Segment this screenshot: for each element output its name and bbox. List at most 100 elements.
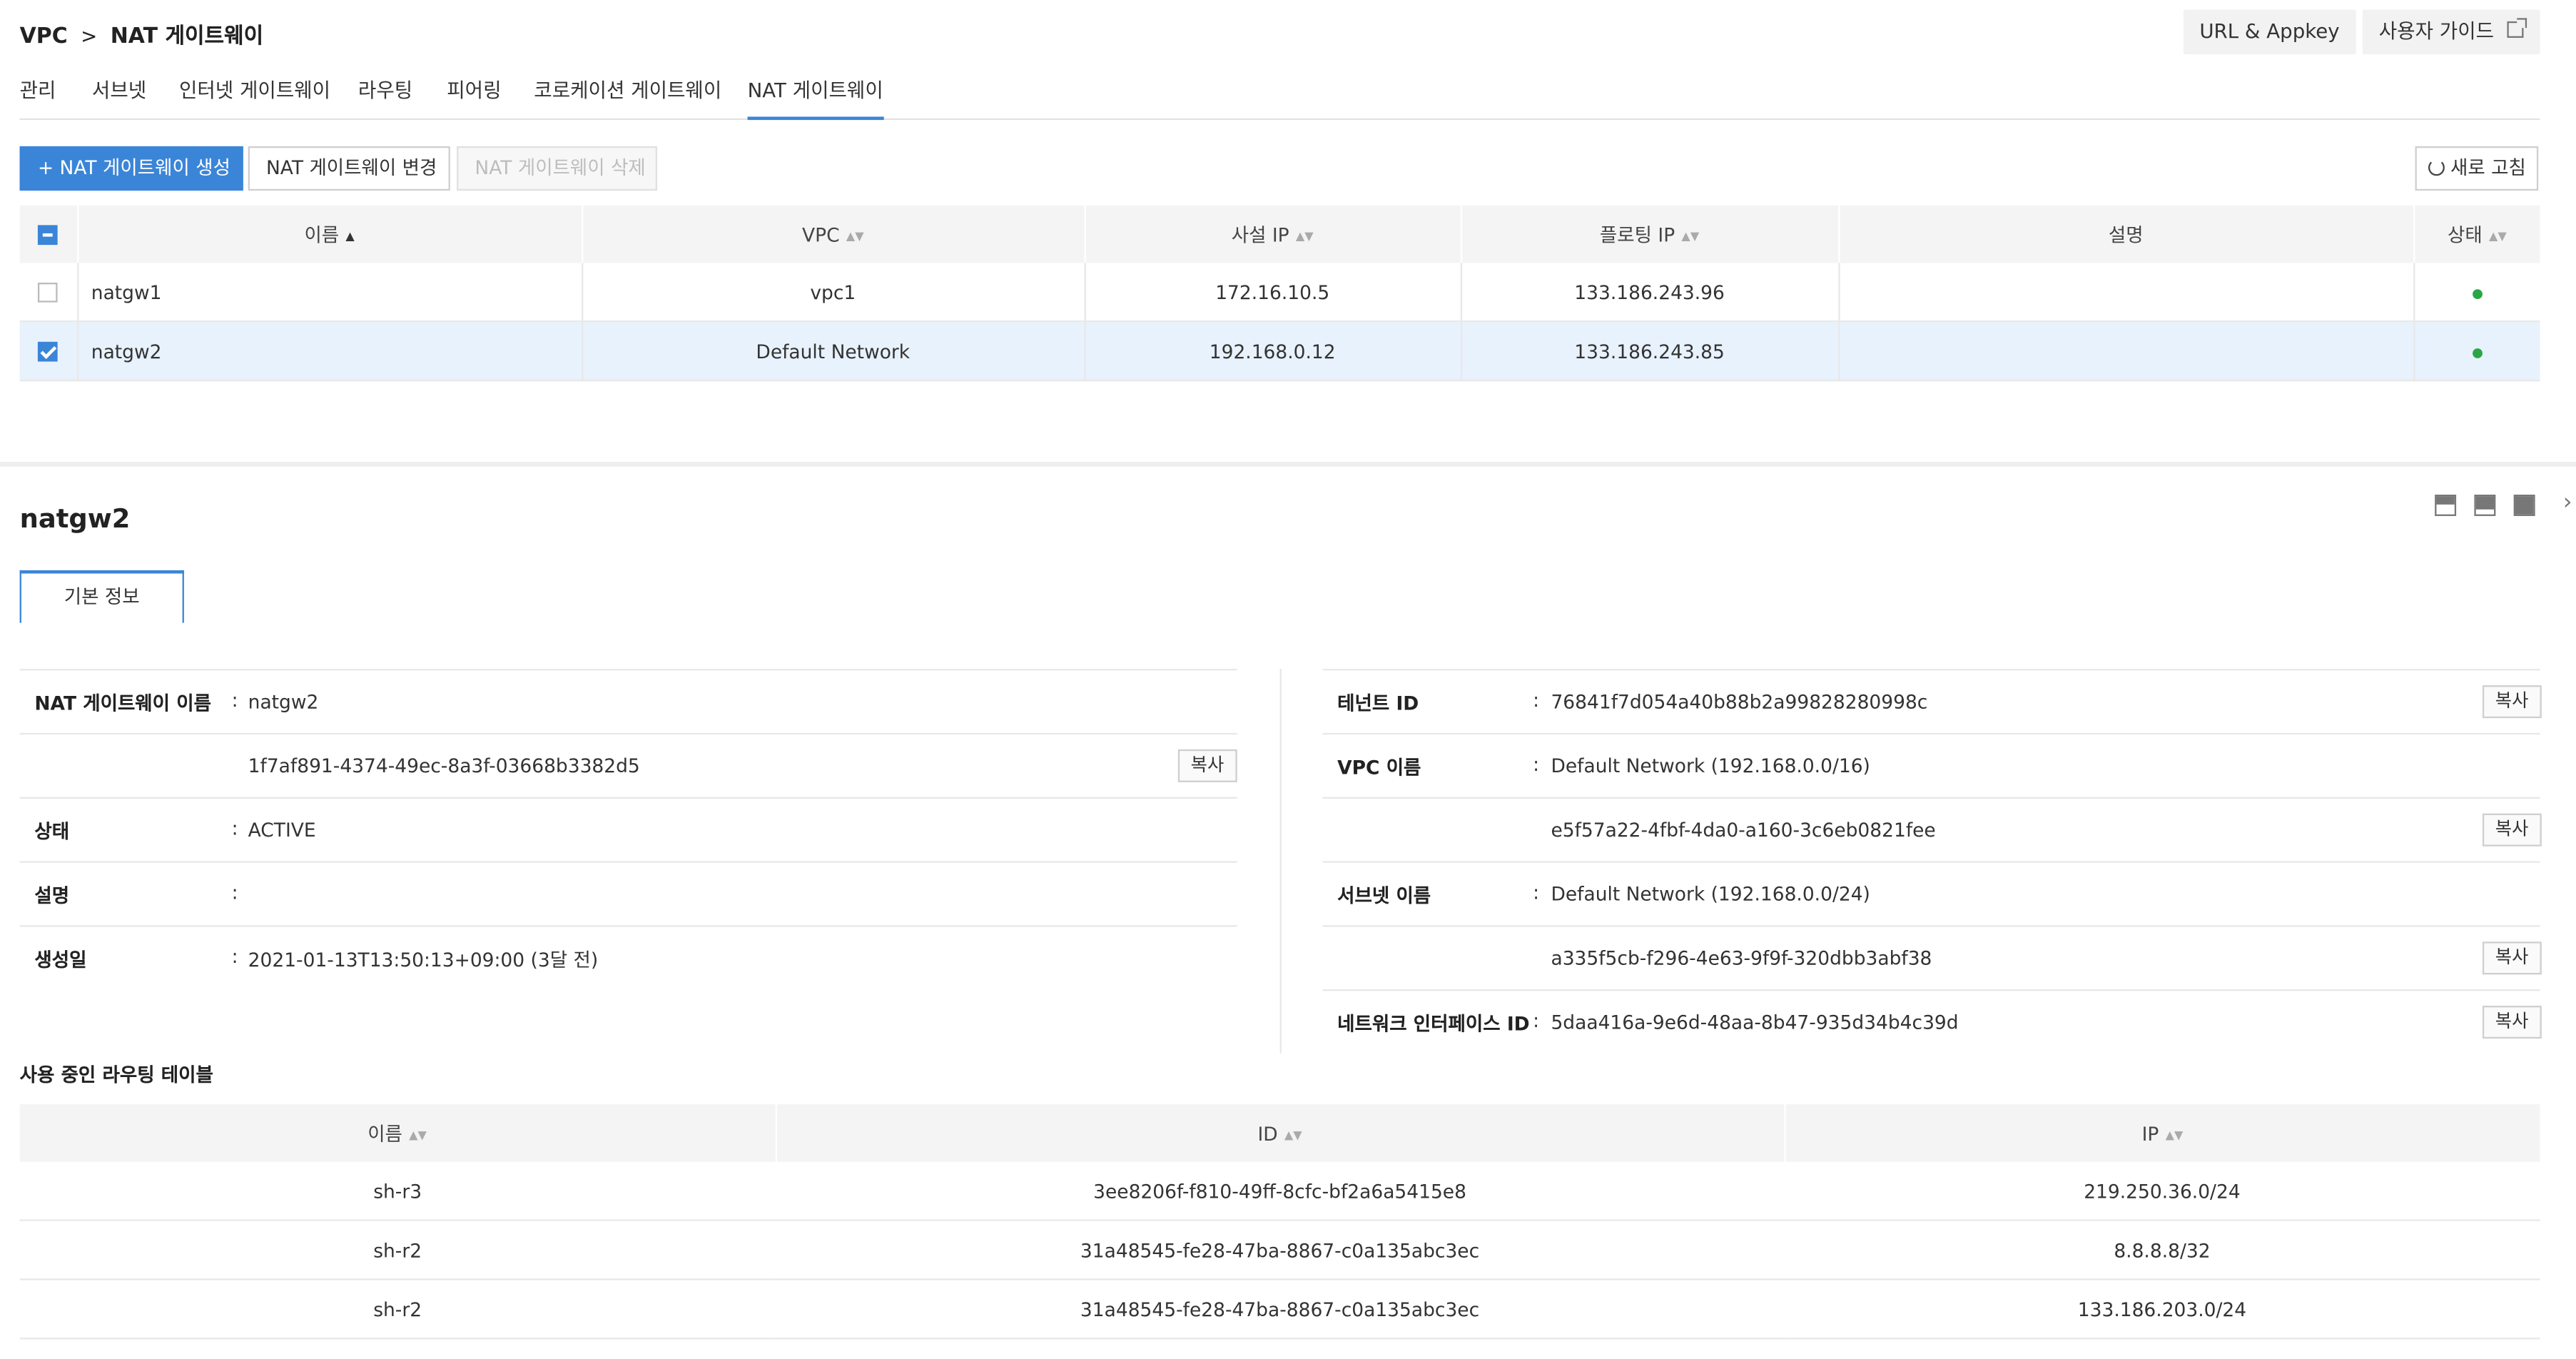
user-guide-button[interactable]: 사용자 가이드 xyxy=(2362,9,2540,54)
tab-internet-gateway[interactable]: 인터넷 게이트웨이 xyxy=(179,76,330,117)
breadcrumb-current: NAT 게이트웨이 xyxy=(110,24,264,50)
sort-icon[interactable]: ▲▼ xyxy=(1296,229,1314,242)
tab-peering[interactable]: 피어링 xyxy=(447,76,501,117)
row-select-cell[interactable] xyxy=(19,263,78,323)
vpc-tabs: 관리 서브넷 인터넷 게이트웨이 라우팅 피어링 코로케이션 게이트웨이 NAT… xyxy=(19,72,2540,121)
cell-status xyxy=(2413,263,2540,323)
info-value: natgw2 xyxy=(248,690,319,714)
info-label: 서브넷 이름 xyxy=(1337,884,1431,907)
copy-vpc-id-button[interactable]: 복사 xyxy=(2482,813,2542,847)
cell-route-ip: 219.250.36.0/24 xyxy=(1784,1161,2540,1221)
table-header-row: 이름 ▲▼ ID ▲▼ IP ▲▼ xyxy=(19,1104,2540,1162)
tab-subnet[interactable]: 서브넷 xyxy=(92,76,146,117)
info-row-tenant: 테넌트 ID : 76841f7d054a40b88b2a99828280998… xyxy=(1322,669,2542,733)
info-row-description: 설명 : xyxy=(19,861,1237,925)
routing-table: 이름 ▲▼ ID ▲▼ IP ▲▼ sh-r3 3ee8206f-f810-49ff-… xyxy=(19,1104,2540,1340)
info-column-divider xyxy=(1279,669,1282,1054)
column-private-ip[interactable]: 사설 IP ▲▼ xyxy=(1084,205,1461,263)
info-label: VPC 이름 xyxy=(1337,756,1421,779)
breadcrumb-vpc[interactable]: VPC xyxy=(20,25,68,50)
sort-icon[interactable]: ▲▼ xyxy=(1284,1128,1302,1141)
info-colon: : xyxy=(231,688,238,712)
edit-nat-gateway-button[interactable]: NAT 게이트웨이 변경 xyxy=(248,146,450,191)
column-name[interactable]: 이름 ▲ xyxy=(77,205,583,263)
layout-middle-icon[interactable] xyxy=(2474,495,2496,516)
sort-asc-icon[interactable]: ▲ xyxy=(345,229,354,242)
cell-route-name: sh-r3 xyxy=(19,1161,776,1221)
sort-icon[interactable]: ▲▼ xyxy=(1681,229,1699,242)
cell-route-ip: 133.186.203.0/24 xyxy=(1784,1279,2540,1340)
column-route-id-label: ID xyxy=(1257,1121,1278,1145)
nat-gateway-table: 이름 ▲ VPC ▲▼ 사설 IP ▲▼ 플로팅 IP ▲▼ 설명 상태 ▲▼ natgw… xyxy=(19,205,2540,382)
tab-manage[interactable]: 관리 xyxy=(20,76,56,117)
table-row[interactable]: natgw2 Default Network 192.168.0.12 133.… xyxy=(19,321,2540,382)
row-select-cell[interactable] xyxy=(19,321,78,382)
table-row: sh-r2 31a48545-fe28-47ba-8867-c0a135abc3… xyxy=(19,1220,2540,1280)
detail-info-right: 테넌트 ID : 76841f7d054a40b88b2a99828280998… xyxy=(1322,669,2542,1054)
info-label: 생성일 xyxy=(34,948,87,971)
breadcrumb: VPC > NAT 게이트웨이 xyxy=(20,18,264,50)
sort-icon[interactable]: ▲▼ xyxy=(2166,1128,2184,1141)
sort-icon[interactable]: ▲▼ xyxy=(409,1128,427,1141)
info-row-vpc-name: VPC 이름 : Default Network (192.168.0.0/16… xyxy=(1322,732,2540,797)
cell-route-name: sh-r2 xyxy=(19,1220,776,1280)
row-checkbox[interactable] xyxy=(38,283,59,303)
sort-icon[interactable]: ▲▼ xyxy=(2489,229,2507,242)
external-link-icon xyxy=(2507,18,2527,38)
copy-tenant-id-button[interactable]: 복사 xyxy=(2482,685,2542,719)
tab-nat-gateway[interactable]: NAT 게이트웨이 xyxy=(747,76,883,121)
column-route-name[interactable]: 이름 ▲▼ xyxy=(19,1104,776,1162)
info-value: a335f5cb-f296-4e63-9f9f-320dbb3abf38 xyxy=(1551,946,1932,970)
info-row-created: 생성일 : 2021-01-13T13:50:13+09:00 (3달 전) xyxy=(19,925,1237,989)
create-nat-gateway-button[interactable]: + NAT 게이트웨이 생성 xyxy=(19,146,243,191)
cell-vpc: Default Network xyxy=(582,321,1085,382)
info-label: 설명 xyxy=(34,884,70,907)
info-colon: : xyxy=(231,944,238,969)
info-row-vpc-id: e5f57a22-4fbf-4da0-a160-3c6eb0821fee 복사 xyxy=(1322,797,2542,862)
column-description: 설명 xyxy=(1838,205,2415,263)
info-value: Default Network (192.168.0.0/16) xyxy=(1551,754,1870,778)
layout-top-icon[interactable] xyxy=(2435,495,2457,516)
cell-route-id: 3ee8206f-f810-49ff-8cfc-bf2a6a5415e8 xyxy=(775,1161,1785,1221)
column-description-label: 설명 xyxy=(2108,222,2144,246)
copy-network-interface-id-button[interactable]: 복사 xyxy=(2482,1006,2542,1039)
sort-icon[interactable]: ▲▼ xyxy=(846,229,864,242)
table-header-row: 이름 ▲ VPC ▲▼ 사설 IP ▲▼ 플로팅 IP ▲▼ 설명 상태 ▲▼ xyxy=(19,205,2540,263)
column-floating-ip[interactable]: 플로팅 IP ▲▼ xyxy=(1460,205,1840,263)
info-row-status: 상태 : ACTIVE xyxy=(19,797,1237,862)
column-route-name-label: 이름 xyxy=(367,1121,402,1145)
layout-bottom-icon[interactable] xyxy=(2513,495,2535,516)
info-value: 2021-01-13T13:50:13+09:00 (3달 전) xyxy=(248,948,599,971)
select-all-checkbox[interactable] xyxy=(38,225,59,246)
info-row-network-interface: 네트워크 인터페이스 ID : 5daa416a-9e6d-48aa-8b47-… xyxy=(1322,989,2542,1054)
close-detail-icon[interactable]: › xyxy=(2563,490,2572,516)
tab-basic-info[interactable]: 기본 정보 xyxy=(19,570,184,623)
column-route-id[interactable]: ID ▲▼ xyxy=(775,1104,1785,1162)
info-row-subnet-name: 서브넷 이름 : Default Network (192.168.0.0/24… xyxy=(1322,861,2540,925)
copy-gateway-id-button[interactable]: 복사 xyxy=(1177,749,1237,782)
info-colon: : xyxy=(1533,1009,1540,1032)
select-all-cell[interactable] xyxy=(19,205,78,263)
tab-colocation-gateway[interactable]: 코로케이션 게이트웨이 xyxy=(534,76,721,117)
info-value: 1f7af891-4374-49ec-8a3f-03668b3382d5 xyxy=(248,754,640,778)
info-colon: : xyxy=(1533,752,1540,776)
url-appkey-button[interactable]: URL & Appkey xyxy=(2183,9,2356,54)
cell-route-name: sh-r2 xyxy=(19,1279,776,1340)
pane-resize-divider[interactable] xyxy=(0,461,2576,467)
info-colon: : xyxy=(231,881,238,904)
info-value: 5daa416a-9e6d-48aa-8b47-935d34b4c39d xyxy=(1551,1010,1959,1034)
row-checkbox[interactable] xyxy=(38,341,59,362)
table-row[interactable]: natgw1 vpc1 172.16.10.5 133.186.243.96 xyxy=(19,263,2540,323)
column-route-ip[interactable]: IP ▲▼ xyxy=(1784,1104,2540,1162)
tab-routing[interactable]: 라우팅 xyxy=(358,76,412,117)
cell-route-id: 31a48545-fe28-47ba-8867-c0a135abc3ec xyxy=(775,1220,1785,1280)
column-vpc[interactable]: VPC ▲▼ xyxy=(582,205,1085,263)
refresh-button[interactable]: 새로 고침 xyxy=(2415,146,2539,191)
info-label: 테넌트 ID xyxy=(1337,692,1419,715)
column-private-ip-label: 사설 IP xyxy=(1231,222,1289,246)
column-status[interactable]: 상태 ▲▼ xyxy=(2413,205,2540,263)
cell-description xyxy=(1838,321,2415,382)
column-status-label: 상태 xyxy=(2448,222,2483,246)
copy-subnet-id-button[interactable]: 복사 xyxy=(2482,941,2542,975)
cell-route-ip: 8.8.8.8/32 xyxy=(1784,1220,2540,1280)
